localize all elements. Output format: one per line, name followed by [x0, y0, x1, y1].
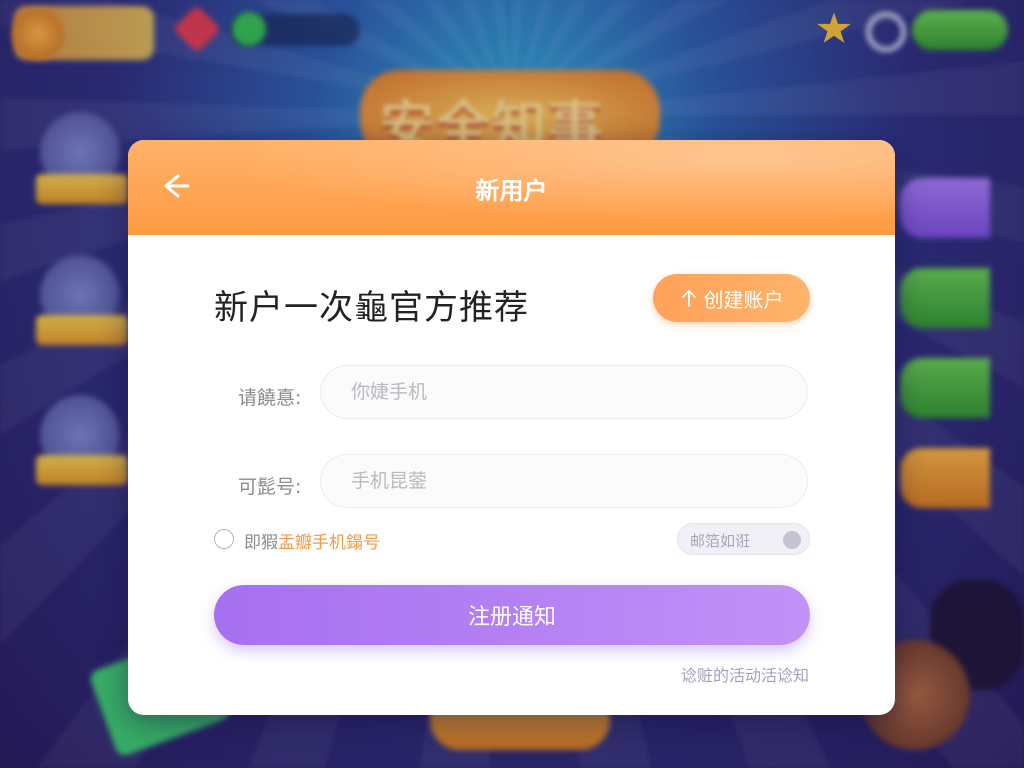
phone-input[interactable] — [320, 365, 808, 419]
new-user-dialog: 新用户 新户一次龜官方推荐 创建账户 请饒惪: 可髭号: 即猳盂瓣手机鎉号 邮箔… — [128, 140, 895, 715]
agreement-prefix: 即猳 — [244, 533, 278, 553]
email-option-button[interactable]: 邮箔如诳 — [677, 523, 810, 555]
register-button-label: 注册通知 — [467, 605, 556, 630]
arrow-up-icon — [681, 290, 696, 307]
headline: 新户一次龜官方推荐 — [214, 288, 529, 328]
dialog-title: 新用户 — [475, 177, 548, 205]
agreement-text: 即猳盂瓣手机鎉号 — [244, 528, 380, 553]
agreement-checkbox[interactable] — [214, 529, 234, 549]
activity-notice-link[interactable]: 谂赃的活动活谂知 — [681, 662, 809, 686]
create-account-button[interactable]: 创建账户 — [653, 274, 810, 322]
verification-input[interactable] — [320, 454, 808, 508]
field-label-2: 可髭号: — [238, 476, 302, 498]
register-button[interactable]: 注册通知 — [214, 585, 810, 645]
create-account-label: 创建账户 — [703, 287, 784, 312]
agreement-link[interactable]: 盂瓣手机鎉号 — [278, 533, 380, 553]
arrow-left-icon — [164, 174, 190, 198]
dialog-header: 新用户 — [128, 140, 895, 235]
back-button[interactable] — [156, 168, 192, 204]
field-label-1: 请饒惪: — [238, 387, 302, 409]
chevron-down-icon — [783, 531, 801, 549]
email-option-label: 邮箔如诳 — [690, 532, 751, 550]
game-lobby-screen: 安全知事 新用户 新户一次龜官方推荐 创建账户 请饒惪: 你婕手机 可髭号: 手… — [0, 0, 1024, 768]
